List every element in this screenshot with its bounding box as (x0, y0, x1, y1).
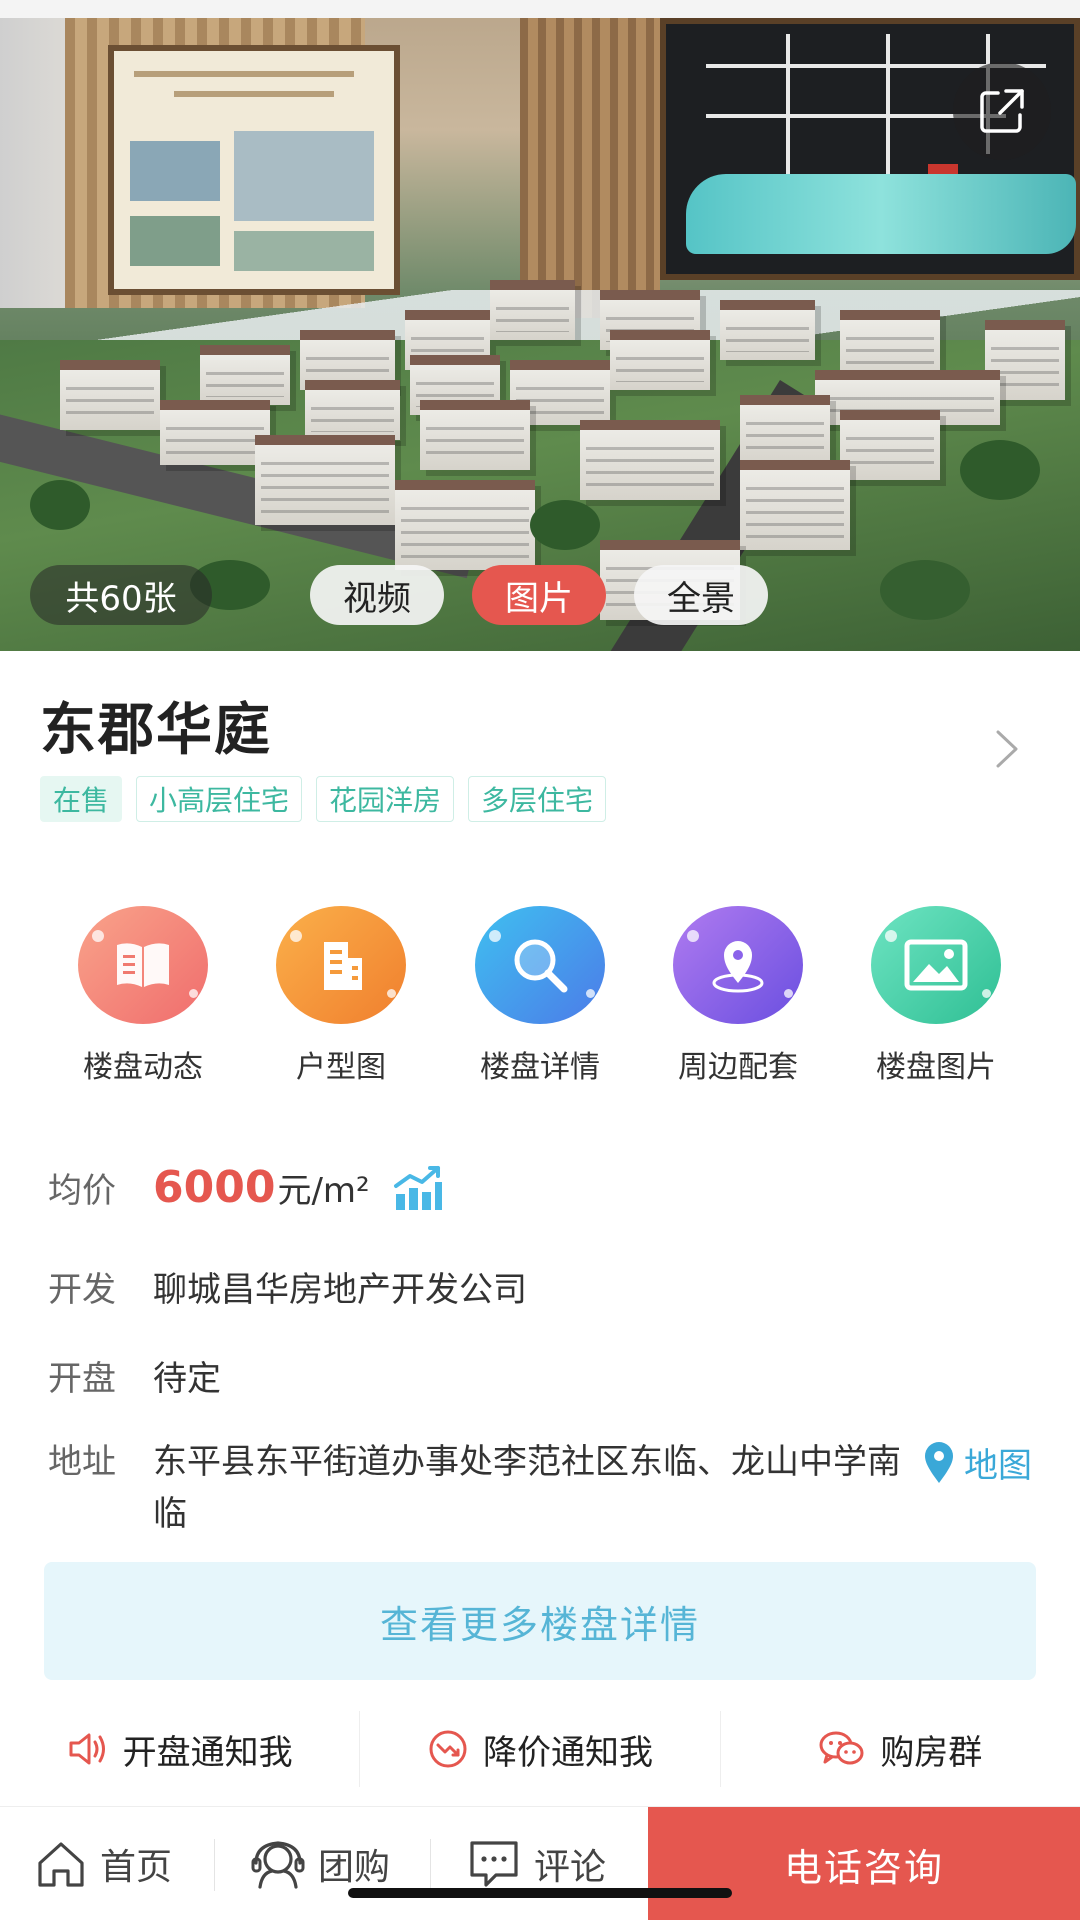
notify-bar: 开盘通知我 降价通知我 购房群 (0, 1708, 1080, 1790)
map-link[interactable]: 地图 (922, 1438, 1032, 1487)
property-tag: 多层住宅 (468, 776, 607, 822)
developer-row: 开发 聊城昌华房地产开发公司 (48, 1262, 527, 1311)
price-unit: 元/m² (277, 1171, 370, 1211)
image-icon (871, 906, 1001, 1024)
address-label: 地址 (48, 1442, 116, 1482)
bottom-nav-home-label: 首页 (100, 1847, 173, 1888)
chevron-right-icon[interactable] (992, 726, 1022, 772)
quick-nav: 楼盘动态 户型图 楼盘详情 周边配套 楼盘图片 (0, 906, 1080, 1086)
tab-panorama[interactable]: 全景 (634, 565, 768, 625)
developer-label: 开发 (48, 1270, 116, 1310)
tab-photos[interactable]: 图片 (472, 565, 606, 625)
quick-nav-photos[interactable]: 楼盘图片 (837, 906, 1035, 1086)
price-drop-notify-label: 降价通知我 (482, 1732, 653, 1773)
group-buy-icon (251, 1841, 305, 1889)
home-indicator (348, 1888, 732, 1898)
more-details-button[interactable]: 查看更多楼盘详情 (44, 1562, 1036, 1680)
buyer-group-button[interactable]: 购房群 (721, 1708, 1080, 1790)
price-drop-icon (429, 1730, 467, 1768)
map-link-label: 地图 (964, 1446, 1032, 1486)
opening-notify-label: 开盘通知我 (122, 1732, 293, 1773)
phone-consult-button[interactable]: 电话咨询 (648, 1807, 1080, 1920)
divider (430, 1839, 431, 1891)
status-badge: 在售 (40, 776, 123, 822)
bottom-nav-comments-label: 评论 (534, 1847, 607, 1888)
price-drop-notify-button[interactable]: 降价通知我 (360, 1708, 719, 1790)
quick-nav-label: 楼盘动态 (83, 1050, 203, 1085)
bottom-nav-home[interactable]: 首页 (34, 1807, 172, 1920)
opening-value: 待定 (153, 1359, 221, 1399)
price-row: 均价 6000 元/m² (48, 1162, 444, 1213)
price-trend-icon[interactable] (392, 1164, 444, 1212)
price-label: 均价 (48, 1171, 116, 1211)
wechat-icon (819, 1731, 864, 1765)
property-tag: 花园洋房 (316, 776, 455, 822)
book-icon (78, 906, 208, 1024)
search-icon (475, 906, 605, 1024)
quick-nav-label: 周边配套 (678, 1050, 798, 1085)
quick-nav-label: 楼盘详情 (480, 1050, 600, 1085)
share-icon (980, 89, 1024, 133)
quick-nav-news[interactable]: 楼盘动态 (44, 906, 242, 1086)
bottom-nav-comments[interactable]: 评论 (466, 1807, 606, 1920)
share-button[interactable] (953, 62, 1051, 160)
opening-row: 开盘 待定 (48, 1351, 221, 1400)
divider (214, 1839, 215, 1891)
quick-nav-label: 楼盘图片 (876, 1050, 996, 1085)
photo-display-board (108, 45, 400, 295)
building-icon (276, 906, 406, 1024)
price-value: 6000 (153, 1162, 276, 1213)
developer-value: 聊城昌华房地产开发公司 (153, 1270, 527, 1310)
bottom-nav-group-buy-label: 团购 (318, 1847, 391, 1888)
tab-video[interactable]: 视频 (310, 565, 444, 625)
property-photo-gallery[interactable]: 共60张 视频 图片 全景 (0, 0, 1080, 651)
quick-nav-floor-plans[interactable]: 户型图 (242, 906, 440, 1086)
buyer-group-label: 购房群 (880, 1732, 983, 1773)
quick-nav-label: 户型图 (296, 1050, 386, 1085)
status-strip (0, 0, 1080, 18)
location-pin-icon (673, 906, 803, 1024)
bottom-nav: 首页 团购 评论 电话咨询 (0, 1806, 1080, 1920)
comment-icon (470, 1841, 518, 1887)
property-title[interactable]: 东郡华庭 (40, 685, 272, 766)
property-tag: 小高层住宅 (136, 776, 303, 822)
quick-nav-details[interactable]: 楼盘详情 (441, 906, 639, 1086)
speaker-icon (69, 1733, 105, 1765)
opening-notify-button[interactable]: 开盘通知我 (0, 1708, 359, 1790)
property-tags: 在售 小高层住宅 花园洋房 多层住宅 (40, 776, 607, 822)
location-pin-icon (925, 1441, 953, 1483)
address-row: 地址 东平县东平街道办事处李范社区东临、龙山中学南临 (48, 1436, 913, 1540)
quick-nav-surroundings[interactable]: 周边配套 (639, 906, 837, 1086)
photo-count-badge[interactable]: 共60张 (30, 565, 212, 625)
bottom-nav-group-buy[interactable]: 团购 (250, 1807, 390, 1920)
home-icon (38, 1842, 84, 1887)
opening-label: 开盘 (48, 1359, 116, 1399)
photo-wood-panel (520, 18, 660, 318)
address-value: 东平县东平街道办事处李范社区东临、龙山中学南临 (153, 1442, 901, 1534)
